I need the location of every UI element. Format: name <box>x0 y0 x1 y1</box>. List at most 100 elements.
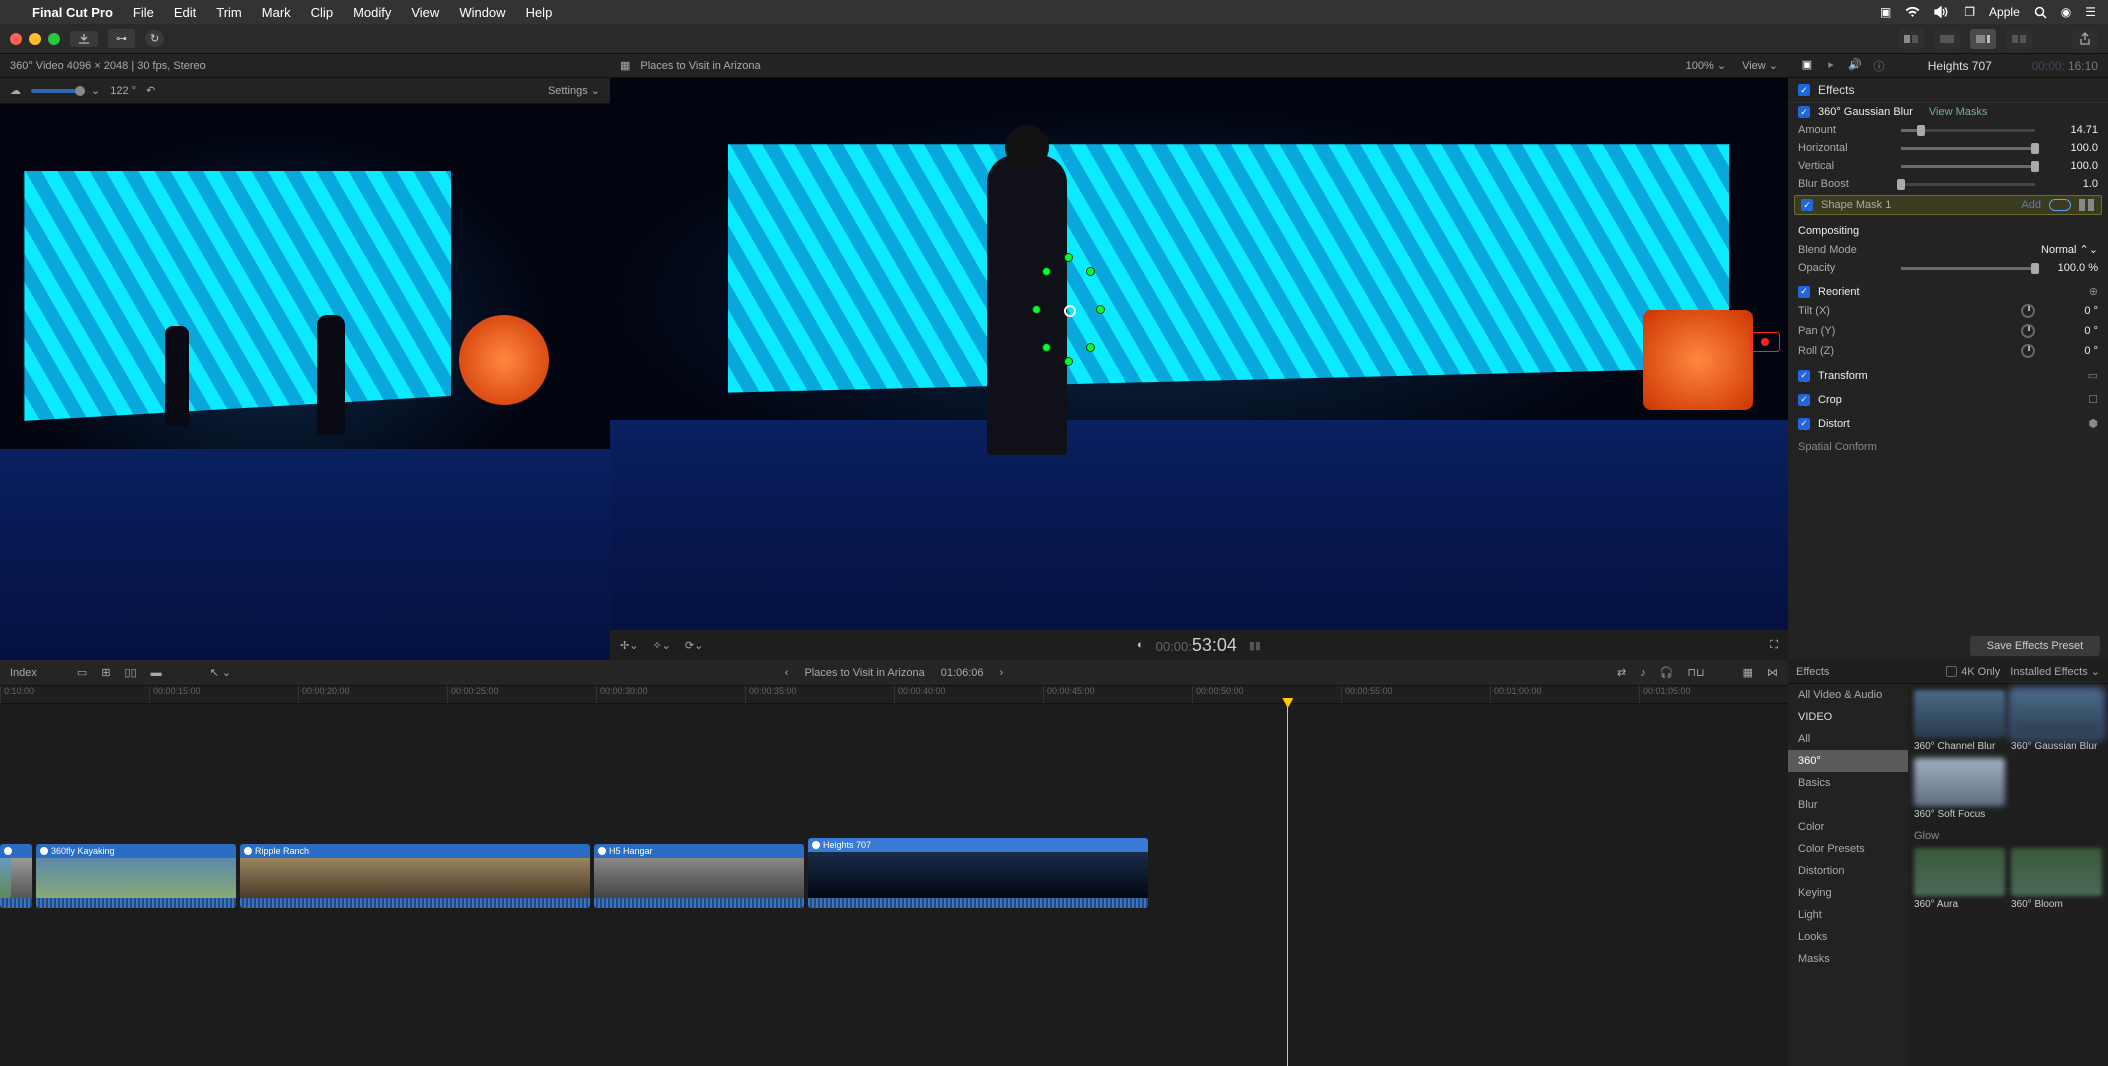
menu-help[interactable]: Help <box>526 5 553 20</box>
effect-thumbnail[interactable]: 360° Channel Blur <box>1914 690 2005 752</box>
connect-clip-icon[interactable]: ▭ <box>77 666 87 679</box>
menu-mark[interactable]: Mark <box>262 5 291 20</box>
browser-settings-dropdown[interactable]: Settings ⌄ <box>548 84 600 97</box>
effects-browser-icon[interactable]: ▦ <box>1743 666 1753 679</box>
transform-onscreen-icon[interactable]: ▭ <box>2088 369 2098 382</box>
play-pause-hint-icon[interactable]: ▮▮ <box>1249 639 1261 652</box>
notifications-icon[interactable]: ☰ <box>2085 5 2096 19</box>
effects-checkbox[interactable]: ✓ <box>1798 84 1810 96</box>
cloud-icon[interactable]: ☁ <box>10 84 21 97</box>
shape-mask-onscreen-control[interactable] <box>1034 255 1104 365</box>
browser-360-view[interactable] <box>0 104 610 660</box>
add-mask-link[interactable]: Add <box>2021 199 2041 211</box>
mask-nav-icon[interactable] <box>2079 199 2095 211</box>
effects-category-item[interactable]: Masks <box>1788 948 1908 970</box>
skimming-icon[interactable]: ⇄ <box>1617 666 1626 679</box>
layout-dual-button[interactable] <box>2006 29 2032 49</box>
viewer-360-icon[interactable]: ▦ <box>620 59 630 72</box>
distort-onscreen-icon[interactable]: ⬢ <box>2088 417 2098 430</box>
distort-header[interactable]: ✓ Distort ⬢ <box>1788 409 2108 433</box>
overwrite-clip-icon[interactable]: ▬ <box>151 667 162 679</box>
roll-dial[interactable] <box>2021 344 2035 358</box>
wifi-icon[interactable] <box>1905 7 1920 18</box>
bg-tasks-button[interactable]: ↻ <box>145 30 164 47</box>
effects-category-item[interactable]: Distortion <box>1788 860 1908 882</box>
close-window-button[interactable] <box>10 33 22 45</box>
viewer-canvas[interactable] <box>610 78 1788 630</box>
audio-skimming-icon[interactable]: ♪ <box>1640 667 1646 679</box>
screenrecord-icon[interactable]: ▣ <box>1880 5 1891 19</box>
menu-modify[interactable]: Modify <box>353 5 391 20</box>
zoom-window-button[interactable] <box>48 33 60 45</box>
crop-header[interactable]: ✓ Crop ☐ <box>1788 385 2108 409</box>
shape-mask-row[interactable]: ✓ Shape Mask 1 Add <box>1794 195 2102 215</box>
crop-onscreen-icon[interactable]: ☐ <box>2088 393 2098 406</box>
timeline-next-icon[interactable]: › <box>1000 667 1004 679</box>
spatial-conform-header[interactable]: Spatial Conform <box>1788 433 2108 456</box>
transform-checkbox[interactable]: ✓ <box>1798 370 1810 382</box>
skimmer-playhead-icon[interactable]: ◐ <box>1137 639 1144 651</box>
timeline-clip[interactable]: H5 Hangar <box>594 844 804 908</box>
pan-dial[interactable] <box>2021 324 2035 338</box>
effects-category-item[interactable]: Blur <box>1788 794 1908 816</box>
display-icon[interactable]: ❐ <box>1964 5 1975 19</box>
inspector-generator-tab-icon[interactable]: ▸ <box>1822 58 1840 74</box>
select-tool-icon[interactable]: ↖ ⌄ <box>210 666 232 679</box>
insert-clip-icon[interactable]: ⊞ <box>101 666 110 679</box>
effect-thumbnail[interactable]: 360° Bloom <box>2011 848 2102 910</box>
menu-window[interactable]: Window <box>459 5 505 20</box>
retiming-icon[interactable]: ⟳⌄ <box>685 639 703 652</box>
spotlight-icon[interactable] <box>2034 6 2047 19</box>
effects-category-item[interactable]: Looks <box>1788 926 1908 948</box>
account-name[interactable]: Apple <box>1989 5 2020 19</box>
view-masks-link[interactable]: View Masks <box>1929 106 1987 118</box>
boost-slider[interactable] <box>1901 183 2035 186</box>
effects-category-item[interactable]: Color Presets <box>1788 838 1908 860</box>
gaussian-checkbox[interactable]: ✓ <box>1798 106 1810 118</box>
snapping-icon[interactable]: ⊓⊔ <box>1687 666 1704 679</box>
inspector-info-tab-icon[interactable]: ⓘ <box>1870 58 1888 74</box>
effects-category-item[interactable]: All Video & Audio <box>1788 684 1908 706</box>
menu-view[interactable]: View <box>411 5 439 20</box>
crop-checkbox[interactable]: ✓ <box>1798 394 1810 406</box>
layout-browser-button[interactable] <box>1898 29 1924 49</box>
timeline-clip[interactable]: 360fly Kayaking <box>36 844 236 908</box>
effects-category-item[interactable]: 360° <box>1788 750 1908 772</box>
effects-section-header[interactable]: ✓ Effects <box>1788 78 2108 103</box>
solo-icon[interactable]: 🎧 <box>1660 666 1674 679</box>
reorient-checkbox[interactable]: ✓ <box>1798 286 1810 298</box>
transitions-browser-icon[interactable]: ⋈ <box>1767 666 1778 679</box>
layout-timeline-button[interactable] <box>1934 29 1960 49</box>
horizontal-slider[interactable] <box>1901 147 2035 150</box>
effects-category-item[interactable]: Keying <box>1788 882 1908 904</box>
enhance-menu-icon[interactable]: ✧⌄ <box>652 639 670 652</box>
timeline-clip[interactable]: Heights 707 <box>808 838 1148 908</box>
effect-gaussian-blur-header[interactable]: ✓ 360° Gaussian Blur View Masks <box>1788 103 2108 121</box>
compositing-header[interactable]: Compositing <box>1788 217 2108 240</box>
retime-menu-icon[interactable]: ✢⌄ <box>620 639 638 652</box>
timeline-ruler[interactable]: 0:10:0000:00:15:00 00:00:20:0000:00:25:0… <box>0 686 1788 704</box>
siri-icon[interactable]: ◉ <box>2061 5 2071 19</box>
vertical-slider[interactable] <box>1901 165 2035 168</box>
inspector-audio-tab-icon[interactable]: 🔊 <box>1846 58 1864 74</box>
angle-dropdown-icon[interactable]: ⌄ <box>91 84 100 97</box>
shape-mask-icon[interactable] <box>2049 199 2071 211</box>
menu-clip[interactable]: Clip <box>311 5 333 20</box>
reorient-header[interactable]: ✓ Reorient ⊕ <box>1788 277 2108 301</box>
fullscreen-icon[interactable]: ⛶ <box>1770 639 1778 652</box>
menu-edit[interactable]: Edit <box>174 5 196 20</box>
effect-thumbnail[interactable]: 360° Gaussian Blur <box>2011 690 2102 752</box>
menu-trim[interactable]: Trim <box>216 5 242 20</box>
viewer-view-dropdown[interactable]: View ⌄ <box>1742 59 1778 72</box>
timeline-canvas[interactable]: 360fly KayakingRipple RanchH5 HangarHeig… <box>0 704 1788 1066</box>
effects-category-item[interactable]: Light <box>1788 904 1908 926</box>
opacity-slider[interactable] <box>1901 267 2035 270</box>
4k-only-checkbox[interactable]: 4K Only <box>1946 666 2000 678</box>
tilt-dial[interactable] <box>2021 304 2035 318</box>
reorient-onscreen-icon[interactable]: ⊕ <box>2089 285 2098 298</box>
timeline-clip[interactable]: Ripple Ranch <box>240 844 590 908</box>
layout-inspector-button[interactable] <box>1970 29 1996 49</box>
share-button[interactable] <box>2072 29 2098 49</box>
effect-thumbnail[interactable]: 360° Soft Focus <box>1914 758 2005 820</box>
effects-category-item[interactable]: Basics <box>1788 772 1908 794</box>
